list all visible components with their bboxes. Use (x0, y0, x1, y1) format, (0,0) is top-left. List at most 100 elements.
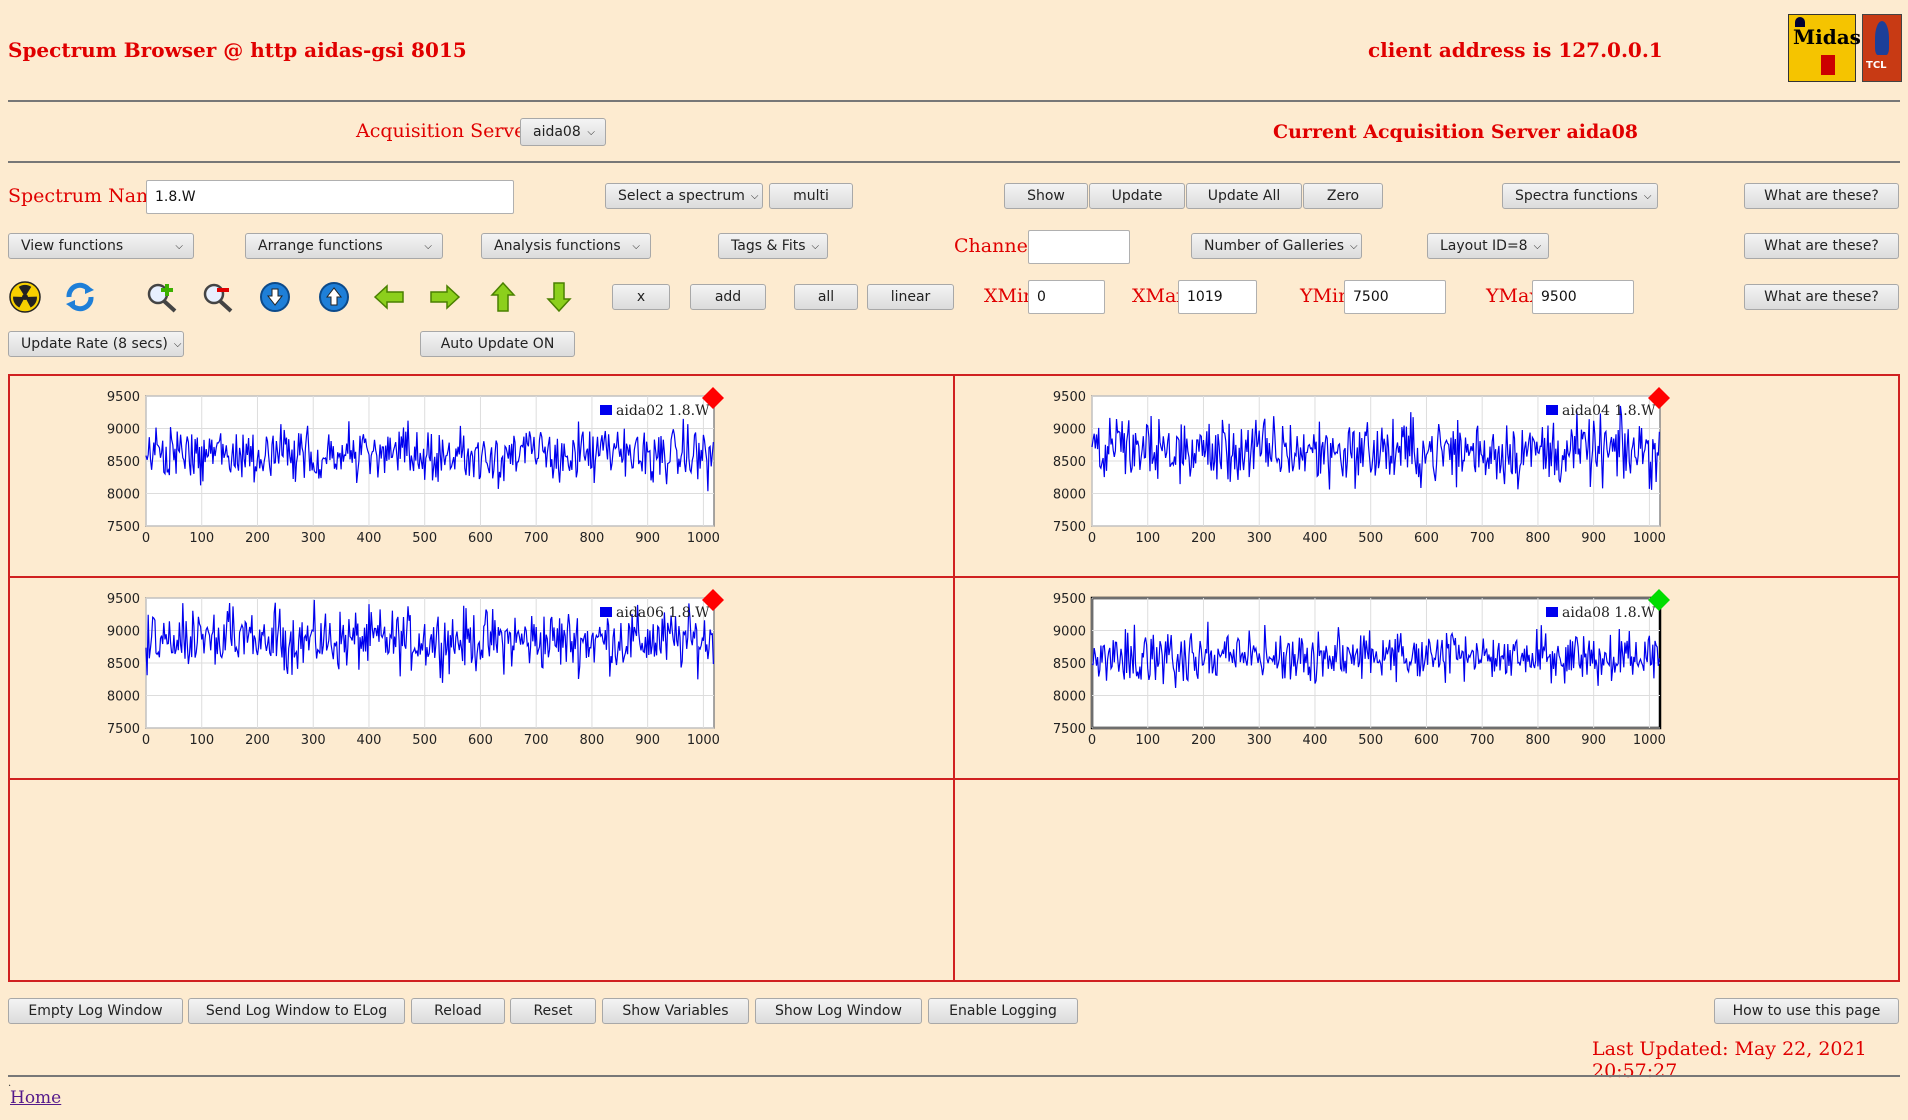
reset-button[interactable]: Reset (510, 998, 596, 1024)
x-tick-label: 200 (245, 733, 270, 748)
spectrum-chart-aida02[interactable]: 0 100 200 300 400 500 600 700 800 900 1000 9500 9000… (90, 387, 850, 580)
x-tick-label: 600 (468, 733, 493, 748)
x-tick-label: 1000 (1633, 531, 1666, 546)
y-tick-label: 9500 (107, 390, 140, 405)
x-tick-label: 300 (301, 733, 326, 748)
x-tick-label: 800 (580, 531, 605, 546)
x-tick-label: 500 (412, 531, 437, 546)
ymin-input[interactable]: 7500 (1344, 280, 1446, 314)
show-log-window-button[interactable]: Show Log Window (755, 998, 922, 1024)
x-tick-label: 700 (524, 531, 549, 546)
zero-button[interactable]: Zero (1303, 183, 1383, 209)
all-button[interactable]: all (794, 284, 858, 310)
x-tick-label: 200 (245, 531, 270, 546)
spectrum-chart-aida08[interactable]: 0 100 200 300 400 500 600 700 800 900 1000 9500 9000… (1036, 589, 1796, 782)
y-tick-label: 9000 (1053, 625, 1086, 640)
x-tick-label: 700 (524, 733, 549, 748)
multi-button[interactable]: multi (769, 183, 853, 209)
enable-logging-button[interactable]: Enable Logging (928, 998, 1078, 1024)
update-button[interactable]: Update (1089, 183, 1185, 209)
spectrum-chart-aida04[interactable]: 0 100 200 300 400 500 600 700 800 900 1000 9500 9000… (1036, 387, 1796, 580)
y-tick-label: 9000 (107, 625, 140, 640)
x-tick-label: 900 (1581, 733, 1606, 748)
legend-swatch (600, 607, 612, 617)
x-tick-label: 0 (142, 733, 150, 748)
home-link[interactable]: Home (10, 1088, 61, 1108)
x-tick-label: 0 (1088, 733, 1096, 748)
gallery-panel-5 (8, 778, 955, 982)
how-to-use-button[interactable]: How to use this page (1714, 998, 1899, 1024)
update-all-button[interactable]: Update All (1186, 183, 1302, 209)
update-rate-dropdown[interactable]: Update Rate (8 secs) ⌵ (8, 331, 184, 357)
legend-label: aida04 1.8.W (1562, 403, 1656, 419)
auto-update-button[interactable]: Auto Update ON (420, 331, 575, 357)
number-of-galleries-dropdown[interactable]: Number of Galleries ⌵ (1191, 233, 1362, 259)
spectrum-name-input[interactable]: 1.8.W (146, 180, 514, 214)
x-tick-label: 300 (301, 531, 326, 546)
zoom-in-icon[interactable] (145, 280, 179, 314)
analysis-functions-dropdown[interactable]: Analysis functions ⌵ (481, 233, 651, 259)
x-tick-label: 900 (1581, 531, 1606, 546)
x-tick-label: 400 (357, 733, 382, 748)
arrow-right-icon[interactable] (428, 280, 462, 314)
y-tick-label: 7500 (107, 520, 140, 535)
refresh-icon[interactable] (63, 280, 97, 314)
scroll-down-icon[interactable] (258, 280, 292, 314)
arrow-up-icon[interactable] (486, 280, 520, 314)
y-tick-label: 8000 (107, 488, 140, 503)
empty-log-window-button[interactable]: Empty Log Window (8, 998, 183, 1024)
reload-button[interactable]: Reload (411, 998, 505, 1024)
y-tick-label: 8500 (107, 657, 140, 672)
send-log-window-button[interactable]: Send Log Window to ELog (188, 998, 405, 1024)
show-variables-button[interactable]: Show Variables (602, 998, 749, 1024)
arrow-left-icon[interactable] (372, 280, 406, 314)
y-tick-label: 7500 (1053, 722, 1086, 737)
server-select[interactable]: aida08 ⌵ (520, 118, 606, 146)
x-tick-label: 800 (580, 733, 605, 748)
ymax-input[interactable]: 9500 (1532, 280, 1634, 314)
x-tick-label: 1000 (687, 531, 720, 546)
add-button[interactable]: add (690, 284, 766, 310)
client-address: client address is 127.0.0.1 (1368, 38, 1663, 62)
divider-footer (8, 1075, 1900, 1077)
zoom-out-icon[interactable] (201, 280, 235, 314)
x-tick-label: 500 (412, 733, 437, 748)
spectrum-chart-aida06[interactable]: 0 100 200 300 400 500 600 700 800 900 1000 9500 9000… (90, 589, 850, 782)
y-tick-label: 8500 (107, 455, 140, 470)
x-tick-label: 800 (1526, 531, 1551, 546)
xmin-input[interactable]: 0 (1028, 280, 1105, 314)
x-tick-label: 100 (1135, 733, 1160, 748)
x-tick-label: 100 (189, 531, 214, 546)
spectra-functions-dropdown[interactable]: Spectra functions ⌵ (1502, 183, 1658, 209)
y-tick-label: 9000 (1053, 423, 1086, 438)
help-button-toolbar[interactable]: What are these? (1744, 284, 1899, 310)
y-tick-label: 7500 (107, 722, 140, 737)
legend-swatch (600, 405, 612, 415)
arrow-down-icon[interactable] (542, 280, 576, 314)
arrange-functions-dropdown[interactable]: Arrange functions ⌵ (245, 233, 443, 259)
layout-id-dropdown[interactable]: Layout ID=8 ⌵ (1427, 233, 1549, 259)
xmax-input[interactable]: 1019 (1178, 280, 1257, 314)
servers-label: Acquisition Servers (356, 120, 545, 142)
y-tick-label: 8000 (1053, 488, 1086, 503)
show-button[interactable]: Show (1004, 183, 1088, 209)
select-spectrum-dropdown[interactable]: Select a spectrum ⌵ (605, 183, 763, 209)
x-tick-label: 400 (1303, 733, 1328, 748)
channel-input[interactable] (1028, 230, 1130, 264)
x-tick-label: 900 (635, 531, 660, 546)
x-tick-label: 500 (1358, 733, 1383, 748)
help-button-spectrum[interactable]: What are these? (1744, 183, 1899, 209)
radiation-icon[interactable] (8, 280, 42, 314)
legend-label: aida02 1.8.W (616, 403, 710, 419)
view-functions-dropdown[interactable]: View functions ⌵ (8, 233, 194, 259)
x-tick-label: 600 (1414, 733, 1439, 748)
y-tick-label: 8500 (1053, 657, 1086, 672)
x-tick-label: 1000 (1633, 733, 1666, 748)
tags-fits-dropdown[interactable]: Tags & Fits ⌵ (718, 233, 828, 259)
x-tick-label: 300 (1247, 531, 1272, 546)
scroll-up-icon[interactable] (317, 280, 351, 314)
x-tick-label: 700 (1470, 733, 1495, 748)
x-button[interactable]: x (612, 284, 670, 310)
linear-button[interactable]: linear (867, 284, 954, 310)
help-button-functions[interactable]: What are these? (1744, 233, 1899, 259)
